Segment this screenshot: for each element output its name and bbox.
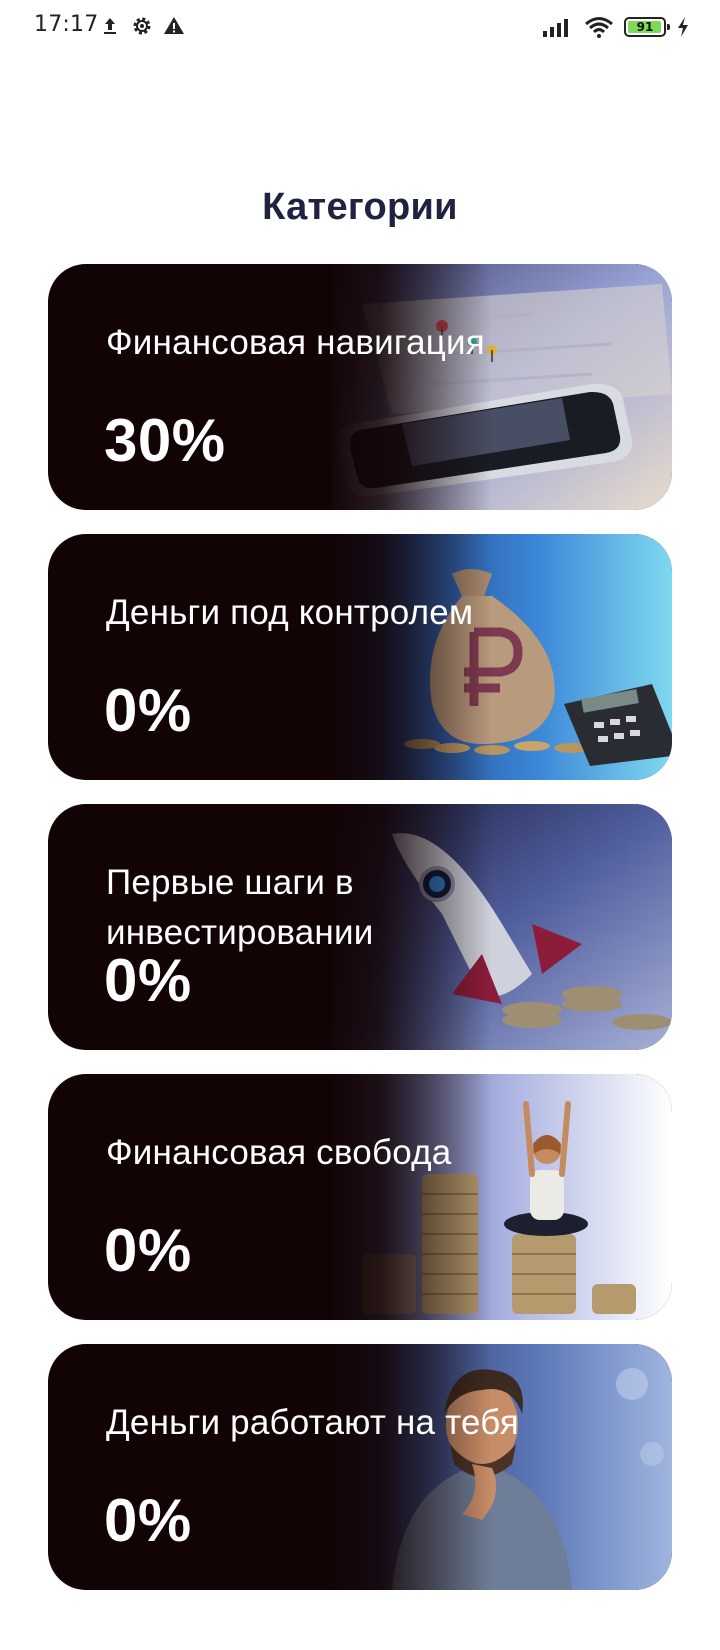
category-progress: 0%: [104, 1217, 192, 1284]
category-progress: 0%: [104, 1487, 192, 1554]
category-card-financial-freedom[interactable]: Финансовая свобода 0%: [48, 1074, 672, 1320]
status-right-group: 91: [542, 14, 690, 40]
settings-icon: [133, 17, 151, 35]
status-time: 17:17: [34, 12, 99, 37]
card-fade-overlay: [322, 534, 492, 780]
wifi-icon: [585, 17, 613, 38]
category-progress: 0%: [104, 677, 192, 744]
card-fade-overlay: [322, 264, 492, 510]
status-bar: 17:17 91: [0, 0, 720, 56]
category-title: Финансовая свобода: [106, 1133, 452, 1172]
card-fade-overlay: [322, 1344, 492, 1590]
warning-icon: [164, 17, 184, 34]
charging-icon: [678, 17, 688, 37]
category-title: Финансовая навигация: [106, 323, 485, 362]
card-fade-overlay: [322, 1074, 492, 1320]
category-title: Деньги под контролем: [106, 593, 474, 632]
battery-icon: 91: [624, 17, 670, 37]
upload-icon: [104, 18, 116, 34]
page-title: Категории: [262, 186, 458, 228]
category-progress: 30%: [104, 407, 226, 474]
category-card-financial-navigation[interactable]: Финансовая навигация 30%: [48, 264, 672, 510]
category-card-money-works-for-you[interactable]: Деньги работают на тебя 0%: [48, 1344, 672, 1590]
signal-icon: [543, 19, 568, 37]
category-card-first-steps-investing[interactable]: Первые шаги в инвестировании 0%: [48, 804, 672, 1050]
category-card-money-under-control[interactable]: Деньги под контролем 0%: [48, 534, 672, 780]
category-title: Деньги работают на тебя: [106, 1403, 519, 1442]
battery-nub: [667, 24, 670, 30]
category-progress: 0%: [104, 947, 192, 1014]
battery-level-text: 91: [636, 20, 654, 34]
category-title: Первые шаги в инвестировании: [106, 863, 374, 952]
